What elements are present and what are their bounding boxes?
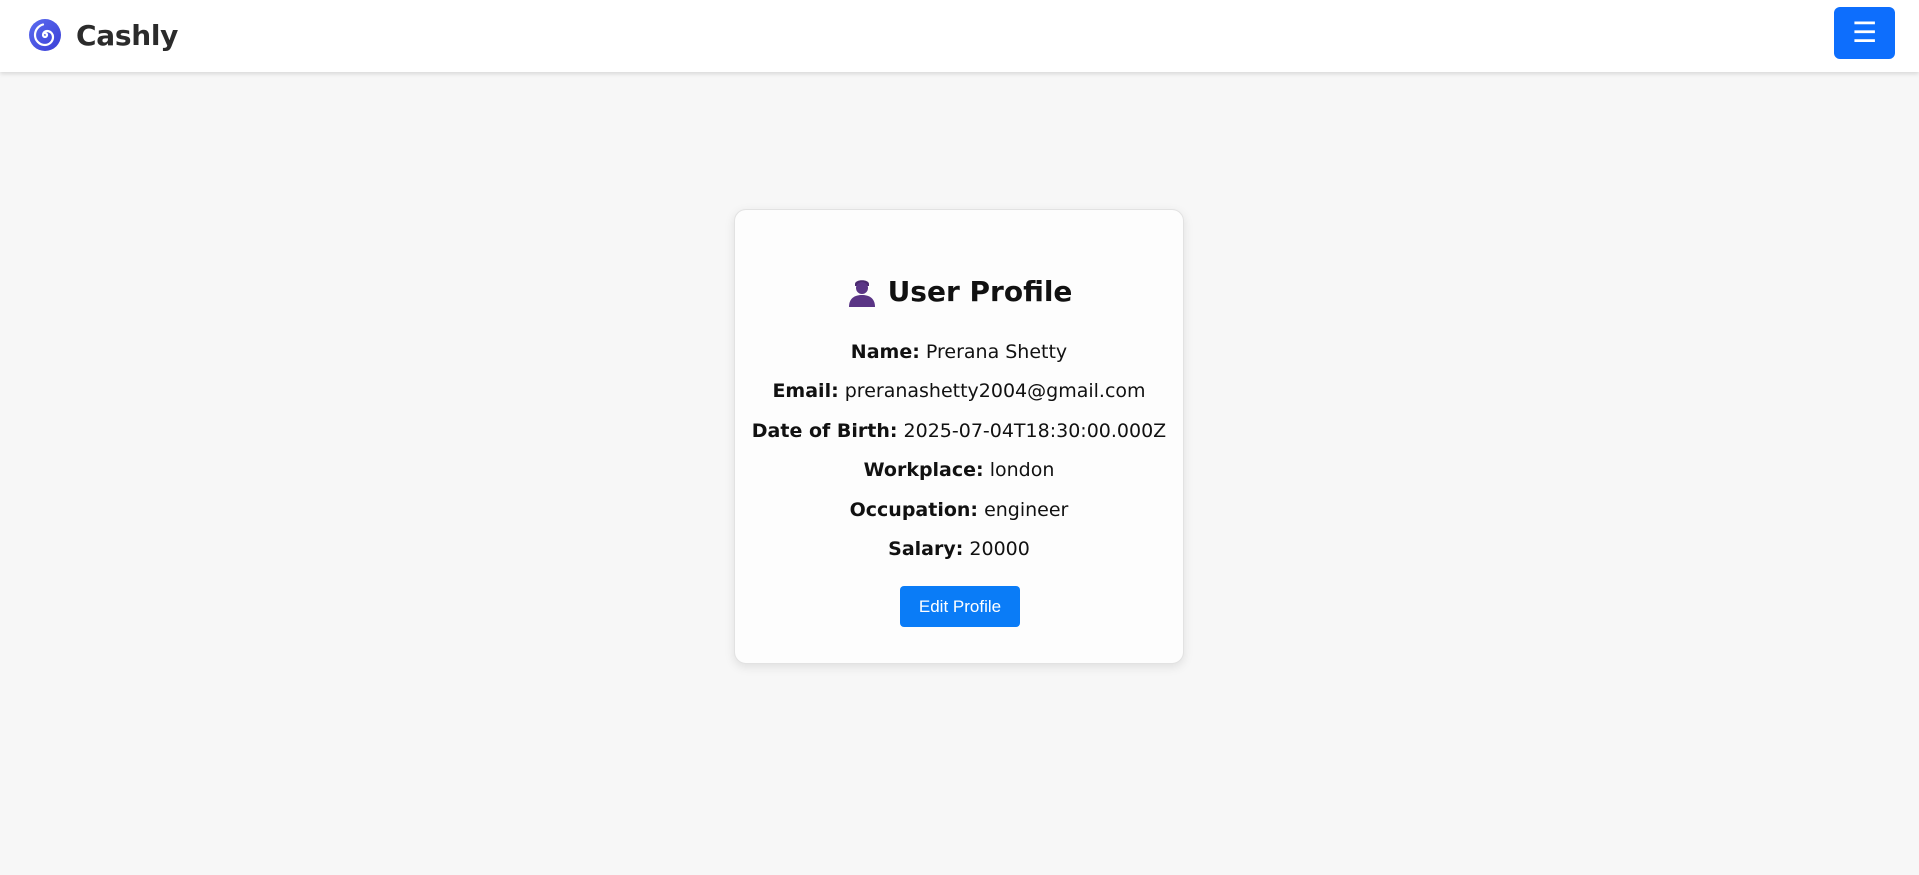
profile-field-date-of-birth: Date of Birth: 2025-07-04T18:30:00.000Z — [735, 420, 1183, 442]
field-label: Occupation: — [849, 499, 979, 521]
profile-field-occupation: Occupation: engineer — [735, 499, 1183, 521]
top-navbar: Cashly ☰ — [0, 0, 1919, 72]
profile-field-workplace: Workplace: london — [735, 459, 1183, 481]
edit-profile-button[interactable]: Edit Profile — [900, 586, 1020, 627]
spiral-logo-icon — [29, 19, 61, 51]
user-silhouette-icon — [848, 279, 875, 307]
profile-field-email: Email: preranashetty2004@gmail.com — [735, 380, 1183, 402]
brand[interactable]: Cashly — [28, 15, 178, 55]
field-value: 2025-07-04T18:30:00.000Z — [903, 420, 1167, 442]
field-label: Name: — [850, 341, 920, 363]
field-value: Prerana Shetty — [925, 341, 1068, 363]
field-label: Email: — [772, 380, 839, 402]
brand-name: Cashly — [76, 18, 179, 52]
hamburger-menu-icon: ☰ — [1851, 16, 1878, 49]
profile-field-name: Name: Prerana Shetty — [735, 341, 1183, 363]
field-value: london — [989, 459, 1055, 481]
user-profile-card: User Profile Name: Prerana Shetty Email:… — [734, 209, 1184, 664]
field-value: preranashetty2004@gmail.com — [844, 380, 1146, 402]
menu-toggle-button[interactable]: ☰ — [1834, 7, 1895, 59]
profile-title-text: User Profile — [887, 275, 1073, 308]
field-value: engineer — [984, 499, 1069, 521]
field-value: 20000 — [969, 538, 1030, 560]
field-label: Date of Birth: — [751, 420, 898, 442]
field-label: Salary: — [888, 538, 964, 560]
field-label: Workplace: — [863, 459, 984, 481]
profile-field-salary: Salary: 20000 — [735, 538, 1183, 560]
profile-title: User Profile — [735, 275, 1183, 308]
